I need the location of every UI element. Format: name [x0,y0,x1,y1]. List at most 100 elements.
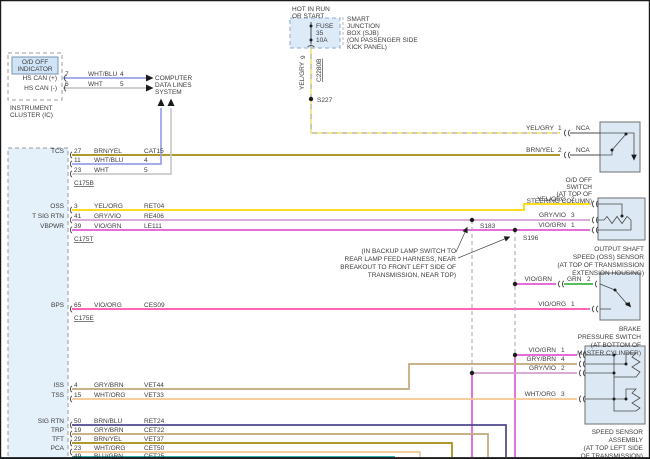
connector-arc-icon [579,361,581,367]
connector-arc-icon [70,449,72,455]
arrow-icon [146,75,154,82]
splice-dot [513,282,517,286]
pcm-label: TCS [51,148,65,155]
connector-arc-icon [564,152,566,158]
oss-sensor-label: SPEED (OSS) SENSOR [573,254,644,261]
pcm-label: PCA [51,445,65,452]
splices-label: S183 [480,223,496,230]
junction-dot [625,133,628,136]
pcm-label: TSS [51,392,64,399]
splices-label: S196 [523,235,539,242]
power-feed-connector-link[interactable]: C2280B [316,59,323,83]
pcm-label: TFT [52,436,64,443]
pcm-connector-link[interactable]: C175B [74,180,94,187]
connector-arc-icon [596,306,598,312]
pcm-connector-link[interactable]: C175T [74,236,94,243]
connector-arc-icon [592,201,594,207]
speed-sensor-assembly-label: ASSEMBLY [608,437,643,444]
power-feed-label: YEL/GRY [299,61,306,90]
pcm-label: 50 [74,418,82,425]
pcm-label: RET04 [144,203,165,210]
oss-sensor-label: EXTENSION HOUSING) [572,270,644,277]
pcm-label: 15 [74,392,82,399]
connector-arc-icon [564,130,566,136]
note-pointer-2 [458,238,507,258]
computer-data-lines-label: DATA LINES [155,82,192,89]
od-off-switch-label: 2 [558,147,562,154]
tft-brn-yel-wire [72,443,452,457]
connector-arc-icon [70,152,72,158]
junction-dot [625,398,628,401]
instrument-cluster-label: CLUSTER (IC) [10,112,53,119]
pcm-connector-link[interactable]: C175E [74,315,95,322]
instrument-cluster-label: INSTRUMENT [10,105,53,112]
harness-note-label: REAR LAMP FEED HARNESS, NEAR [345,256,457,263]
pcm-label: VET44 [144,382,164,389]
power-feed-label: KICK PANEL) [347,44,387,51]
pcm-label: 4 [74,382,78,389]
oss-sensor-label: GRY/VIO [539,212,566,219]
arrow-icon [146,85,154,92]
arrow-icon [158,99,165,107]
junction-dot [625,363,628,366]
pcm-label: OSS [50,203,64,210]
connector-arc-icon [70,422,72,428]
connector-arc-icon [70,306,72,312]
pcm-label: CET22 [144,427,165,434]
power-feed-label: S227 [317,97,333,104]
od-off-switch-label: YEL/GRY [526,125,555,132]
speed-sensor-assembly-label: GRY/BRN [527,356,557,363]
connector-arc-icon [70,171,72,177]
pcm-label: WHT [94,167,109,174]
speed-sensor-assembly-label: 4 [561,356,565,363]
brake-pressure-switch-label: PRESSURE SWITCH [578,334,642,341]
pcm-label: 4 [144,157,148,164]
arrow-icon [504,234,512,241]
pcm-label: VET37 [144,436,164,443]
speed-sensor-assembly-label: WHT/ORG [525,391,556,398]
od-off-switch-label: BRN/YEL [526,147,554,154]
power-feed-label: SMART [347,16,370,23]
harness-note-label: (IN BACKUP LAMP SWITCH TO [361,248,456,255]
connector-arc-icon [592,306,594,312]
pcm-label: WHT/ORG [94,445,125,452]
connector-arc-icon [70,207,72,213]
power-feed-label: HOT IN RUN [292,6,330,13]
pcm-label: CAT15 [144,148,164,155]
power-feed-label: BOX (SJB) [347,30,379,37]
connector-arc-icon [579,370,581,376]
wiring-diagram-canvas: HOT IN RUNOR STARTFUSE3510ASMARTJUNCTION… [0,0,650,459]
connector-arc-icon [70,440,72,446]
pcm-label: GRY/BRN [94,382,124,389]
power-feed-label: JUNCTION [347,23,380,30]
connector-arc-icon [568,130,570,136]
brake-pressure-switch-label: MASTER CYLINDER) [577,350,641,357]
pcm-label: GRY/VIO [94,213,121,220]
pcm-label: ISS [54,382,65,389]
power-feed-label: (ON PASSENGER SIDE [347,37,418,44]
connector-arc-icon [558,281,560,287]
brake-pressure-switch-label: BRAKE [619,326,642,333]
oss-sensor-label: VIO/GRN [539,222,567,229]
connector-arc-icon [70,217,72,223]
speed-sensor-assembly-label: 2 [561,365,565,372]
pcm-label: 27 [74,148,82,155]
brake-pressure-switch-label: VIO/GRN [525,276,553,283]
pcm-label: RE406 [144,213,164,220]
pcm-label: WHT/BLU [94,157,124,164]
pcm-label: 3 [74,203,78,210]
pcm-label: 23 [74,445,82,452]
pcm-label: 23 [74,167,82,174]
splice-dot [470,218,474,222]
connector-arc-icon [70,396,72,402]
harness-note-label: TRANSMISSION, NEAR TOP) [368,272,456,279]
brake-pressure-switch-label: 2 [587,276,591,283]
instrument-cluster-label: 7 [65,71,69,78]
pcm-label: BRN/YEL [94,436,122,443]
brake-pressure-switch-label: (AT BOTTOM OF [591,342,641,349]
oss-sensor-label: 2 [571,196,575,203]
splice-dot [309,97,313,101]
power-feed-label: OR START [292,13,324,20]
splice-dot [513,353,517,357]
oss-sensor-label: (AT TOP OF TRANSMISSION [557,262,644,269]
